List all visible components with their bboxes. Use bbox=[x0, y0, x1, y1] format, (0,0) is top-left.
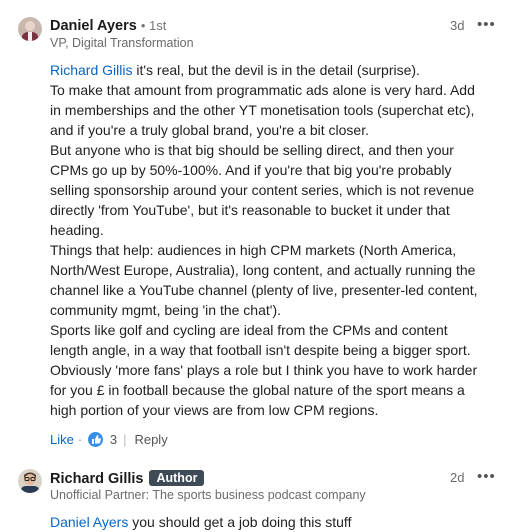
comment-timestamp: 2d bbox=[450, 470, 465, 485]
comment-body: Daniel Ayers you should get a job doing … bbox=[50, 512, 351, 532]
comment-text: it's real, but the devil is in the detai… bbox=[132, 62, 420, 78]
more-options-icon[interactable]: ••• bbox=[477, 468, 496, 485]
thumbs-up-reaction-icon[interactable] bbox=[88, 432, 104, 447]
comment-body: Richard Gillis it's real, but the devil … bbox=[50, 60, 478, 420]
comment-line: Daniel Ayers you should get a job doing … bbox=[50, 512, 351, 532]
comment-line: To make that amount from programmatic ad… bbox=[50, 82, 475, 98]
comment-line: North/West Europe, Australia), long cont… bbox=[50, 262, 476, 278]
comment-line: But anyone who is that big should be sel… bbox=[50, 142, 454, 158]
action-divider: | bbox=[123, 432, 127, 447]
comment-line: channel like a YouTube channel (plenty o… bbox=[50, 282, 478, 298]
reply-button[interactable]: Reply bbox=[134, 432, 167, 447]
comment-actions: Like · 3 | Reply bbox=[50, 432, 168, 447]
comment-line: heading. bbox=[50, 222, 104, 238]
author-name[interactable]: Daniel Ayers • 1st bbox=[50, 18, 166, 34]
comment-line: Things that help: audiences in high CPM … bbox=[50, 242, 457, 258]
like-button[interactable]: Like bbox=[50, 432, 74, 447]
comment-line: selling sponsorship around your content … bbox=[50, 182, 475, 198]
comment-line: Sports like golf and cycling are ideal f… bbox=[50, 322, 448, 338]
separator-dot: · bbox=[77, 432, 83, 447]
comment-text: you should get a job doing this stuff bbox=[128, 514, 352, 530]
comment-line: directly 'from YouTube', but it's reason… bbox=[50, 202, 450, 218]
comment-line: community mgmt, being 'in the chat'). bbox=[50, 302, 281, 318]
comment-line: Richard Gillis it's real, but the devil … bbox=[50, 60, 478, 80]
author-badge: Author bbox=[149, 470, 205, 486]
avatar-photo bbox=[18, 469, 42, 493]
comment-line: in memberships and the other YT monetisa… bbox=[50, 102, 475, 118]
comment-line: high portion of your views are from low … bbox=[50, 402, 379, 418]
avatar-photo bbox=[18, 17, 42, 41]
author-headline: VP, Digital Transformation bbox=[50, 36, 194, 50]
comment-line: CPMs go up by 50%-100%. And if you're th… bbox=[50, 162, 452, 178]
comment-line: for you £ in football because the global… bbox=[50, 382, 465, 398]
connection-degree: • 1st bbox=[140, 18, 167, 33]
degree-text: 1st bbox=[148, 18, 167, 33]
comment-line: and if you're a truly global brand, you'… bbox=[50, 122, 369, 138]
author-name[interactable]: Richard Gillis Author bbox=[50, 470, 205, 487]
reaction-count[interactable]: 3 bbox=[110, 432, 117, 447]
author-headline: Unofficial Partner: The sports business … bbox=[50, 488, 366, 502]
avatar[interactable] bbox=[18, 17, 42, 41]
comment-timestamp: 3d bbox=[450, 18, 465, 33]
avatar[interactable] bbox=[18, 469, 42, 493]
author-name-text[interactable]: Daniel Ayers bbox=[50, 18, 137, 34]
mention-link[interactable]: Daniel Ayers bbox=[50, 514, 128, 530]
mention-link[interactable]: Richard Gillis bbox=[50, 62, 132, 78]
more-options-icon[interactable]: ••• bbox=[477, 16, 496, 33]
author-name-text[interactable]: Richard Gillis bbox=[50, 471, 143, 487]
comment-line: length angle, in a way that football isn… bbox=[50, 342, 471, 358]
comment-line: Obviously 'more fans' plays a role but I… bbox=[50, 362, 478, 378]
